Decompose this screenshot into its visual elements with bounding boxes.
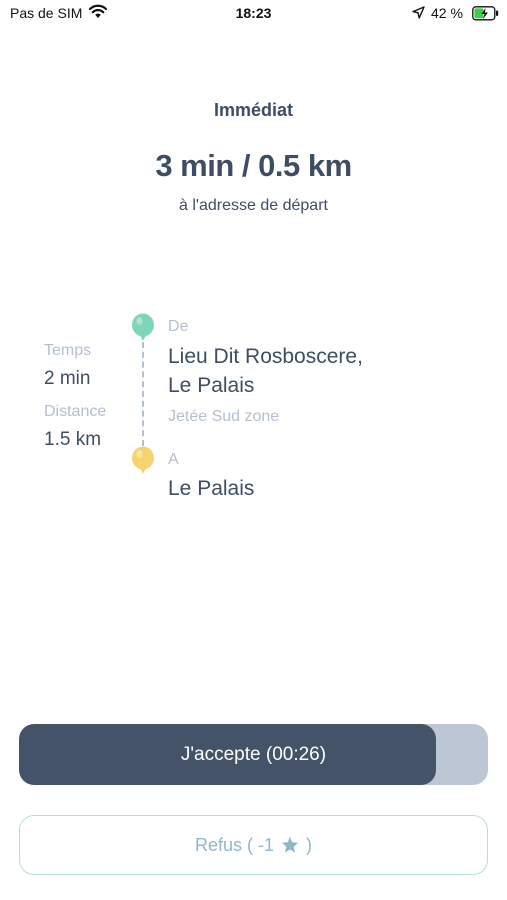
from-address-line1: Lieu Dit Rosboscere, [168, 345, 363, 368]
refuse-label-suffix: ) [306, 835, 313, 855]
yellow-map-pin-icon [131, 446, 155, 481]
battery-charging-icon [472, 6, 500, 26]
route-dashed-line [142, 342, 144, 446]
refuse-button[interactable]: Refus ( -1 ) [19, 815, 488, 875]
refuse-label-prefix: Refus ( -1 [194, 835, 274, 855]
accept-button[interactable]: J'accepte (00:26) [19, 724, 488, 785]
battery-percent: 42 % [431, 5, 463, 21]
driver-ride-request-screen: Pas de SIM 18:23 42 % Immédiat 3 min / 0… [0, 0, 507, 900]
distance-value: 1.5 km [44, 429, 102, 450]
distance-label: Distance [44, 403, 107, 420]
eta-to-pickup: 3 min / 0.5 km [155, 148, 352, 183]
from-label: De [168, 318, 189, 335]
to-address: Le Palais [168, 477, 255, 500]
star-icon [281, 818, 299, 876]
ride-type-title: Immédiat [213, 100, 294, 120]
location-arrow-icon [412, 6, 425, 24]
accept-button-label: J'accepte (00:26) [180, 744, 327, 765]
time-value: 2 min [44, 368, 91, 389]
time-label: Temps [44, 342, 92, 359]
from-address-detail: Jetée Sud zone [168, 408, 280, 425]
to-label: A [168, 451, 179, 468]
status-bar: Pas de SIM 18:23 42 % [0, 0, 507, 30]
eta-subtitle: à l'adresse de départ [179, 197, 328, 214]
from-address-line2: Le Palais [168, 374, 255, 397]
green-map-pin-icon [131, 313, 155, 348]
